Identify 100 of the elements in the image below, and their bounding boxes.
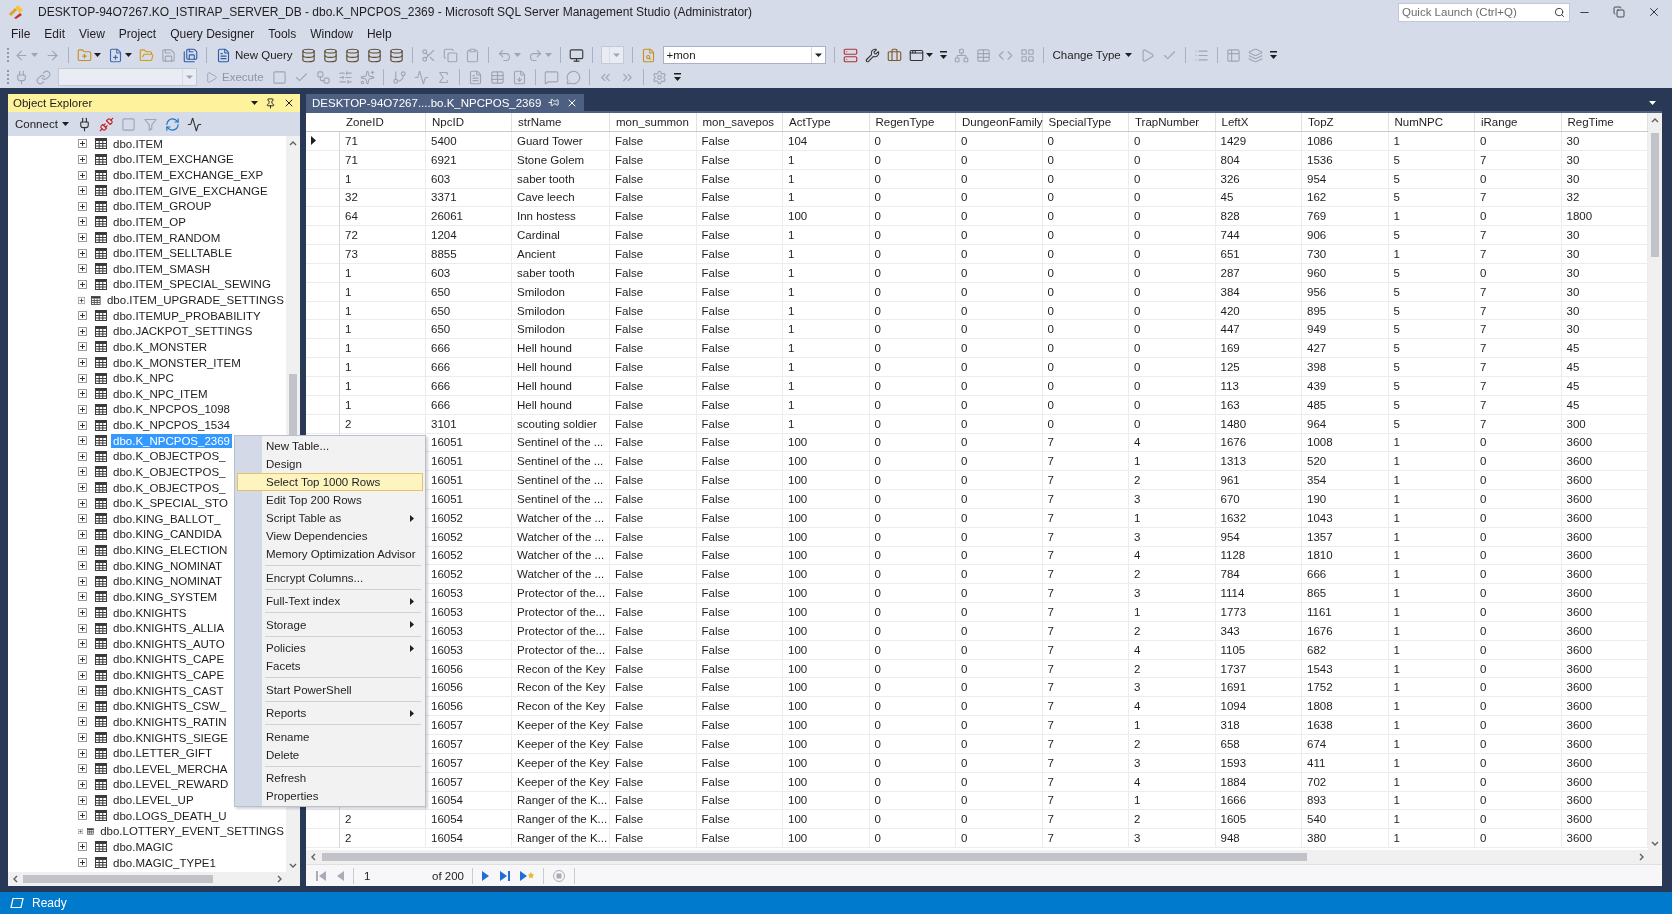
table-cell: 100 [783,508,870,528]
table-cell: False [696,621,783,641]
table-cell: 354 [1302,471,1389,491]
table-cell: 100 [783,829,870,849]
table-cell: 7 [1042,735,1129,754]
table-cell: 343 [1215,621,1302,641]
table-cell: 682 [1302,640,1389,660]
table-cell: 7 [1475,320,1562,340]
table-cell: 5 [1388,282,1475,302]
table-cell: 0 [1475,829,1562,849]
table-cell: False [696,565,783,585]
table-cell: 100 [783,735,870,754]
table-cell: 7 [1042,433,1129,453]
table-cell: False [610,188,697,208]
table-cell: 666 [426,339,512,359]
table-cell: 0 [1042,414,1129,434]
table-cell: 540 [1302,810,1389,830]
table-cell: 7 [1042,772,1129,792]
table-cell: 7 [1475,395,1562,415]
table-cell: Cardinal [512,226,610,246]
table-cell: 0 [1475,772,1562,792]
table-cell: 1 [1388,753,1475,773]
table-cell: 1638 [1302,716,1389,735]
table-cell: False [696,282,783,302]
table-cell: False [696,791,783,811]
table-cell: 804 [1215,150,1302,170]
table-cell: Cave leech [512,188,610,208]
table-cell: 100 [783,659,870,679]
table-cell: False [610,358,697,377]
table-cell: 0 [1042,282,1129,302]
table-cell: False [610,282,697,302]
table-cell: 1676 [1215,433,1302,453]
table-cell: 2 [340,810,426,830]
table-cell: 1 [1388,659,1475,679]
table-cell: Sentinel of the ... [512,433,610,453]
table-cell: 0 [1475,471,1562,491]
table-cell: 3 [1129,829,1216,849]
table-cell: 4 [1129,772,1216,792]
table-cell: 0 [869,829,956,849]
table-cell: 651 [1215,245,1302,264]
table-cell: 1114 [1215,584,1302,604]
table-cell: 666 [426,358,512,377]
table-cell: 0 [956,263,1043,283]
table-cell: 0 [869,433,956,453]
table-cell: Hell hound [512,358,610,377]
table-cell: 0 [1475,791,1562,811]
table-cell: 1 [783,376,870,396]
table-cell: 0 [1129,132,1216,151]
table-cell: False [610,226,697,246]
table-cell: 0 [956,772,1043,792]
table-cell: 0 [1475,263,1562,283]
table-cell: 0 [1042,339,1129,359]
table-cell: Hell hound [512,339,610,359]
table-cell: 949 [1302,320,1389,340]
table-cell: 0 [956,810,1043,830]
table-cell: 1884 [1215,772,1302,792]
table-cell: Watcher of the ... [512,508,610,528]
table-cell: 16054 [426,810,512,830]
status-text: Ready [32,896,67,910]
table-cell: 603 [426,263,512,283]
table-cell: 0 [956,414,1043,434]
table-cell: False [610,433,697,453]
table-cell: 100 [783,753,870,773]
table-cell: 0 [869,678,956,698]
table-cell: 2 [1129,621,1216,641]
table-cell: 0 [869,339,956,359]
table-cell: 1086 [1302,132,1389,151]
table-cell: 769 [1302,207,1389,227]
table-cell: 7 [1042,640,1129,660]
table-cell: False [610,716,697,735]
table-cell: 7 [1042,829,1129,849]
table-cell: 5 [1388,188,1475,208]
table-cell: 0 [869,150,956,170]
table-cell: 2 [1129,471,1216,491]
table-cell: 1605 [1215,810,1302,830]
table-cell: 0 [869,490,956,509]
table-cell: 0 [956,546,1043,566]
table-cell: 0 [1475,753,1562,773]
table-cell: 398 [1302,358,1389,377]
table-cell: False [610,263,697,283]
table-cell: 100 [783,565,870,585]
table-cell: 3 [1129,584,1216,604]
table-cell: 0 [1475,169,1562,189]
table-cell: Ancient [512,245,610,264]
table-cell: 7 [1475,188,1562,208]
table-cell: 5 [1388,339,1475,359]
table-cell: False [610,753,697,773]
table-cell: 45 [1215,188,1302,208]
table-cell: 0 [1475,527,1562,547]
table-cell: False [610,565,697,585]
table-cell: 1773 [1215,603,1302,622]
table-cell: 0 [1475,603,1562,622]
table-cell: 0 [869,640,956,660]
table-cell: Sentinel of the ... [512,490,610,509]
table-cell: 0 [956,829,1043,849]
table-cell: 1 [1388,527,1475,547]
table-cell: 0 [1475,810,1562,830]
table-cell: 100 [783,490,870,509]
table-cell: False [610,810,697,830]
table-cell: 7 [1475,339,1562,359]
